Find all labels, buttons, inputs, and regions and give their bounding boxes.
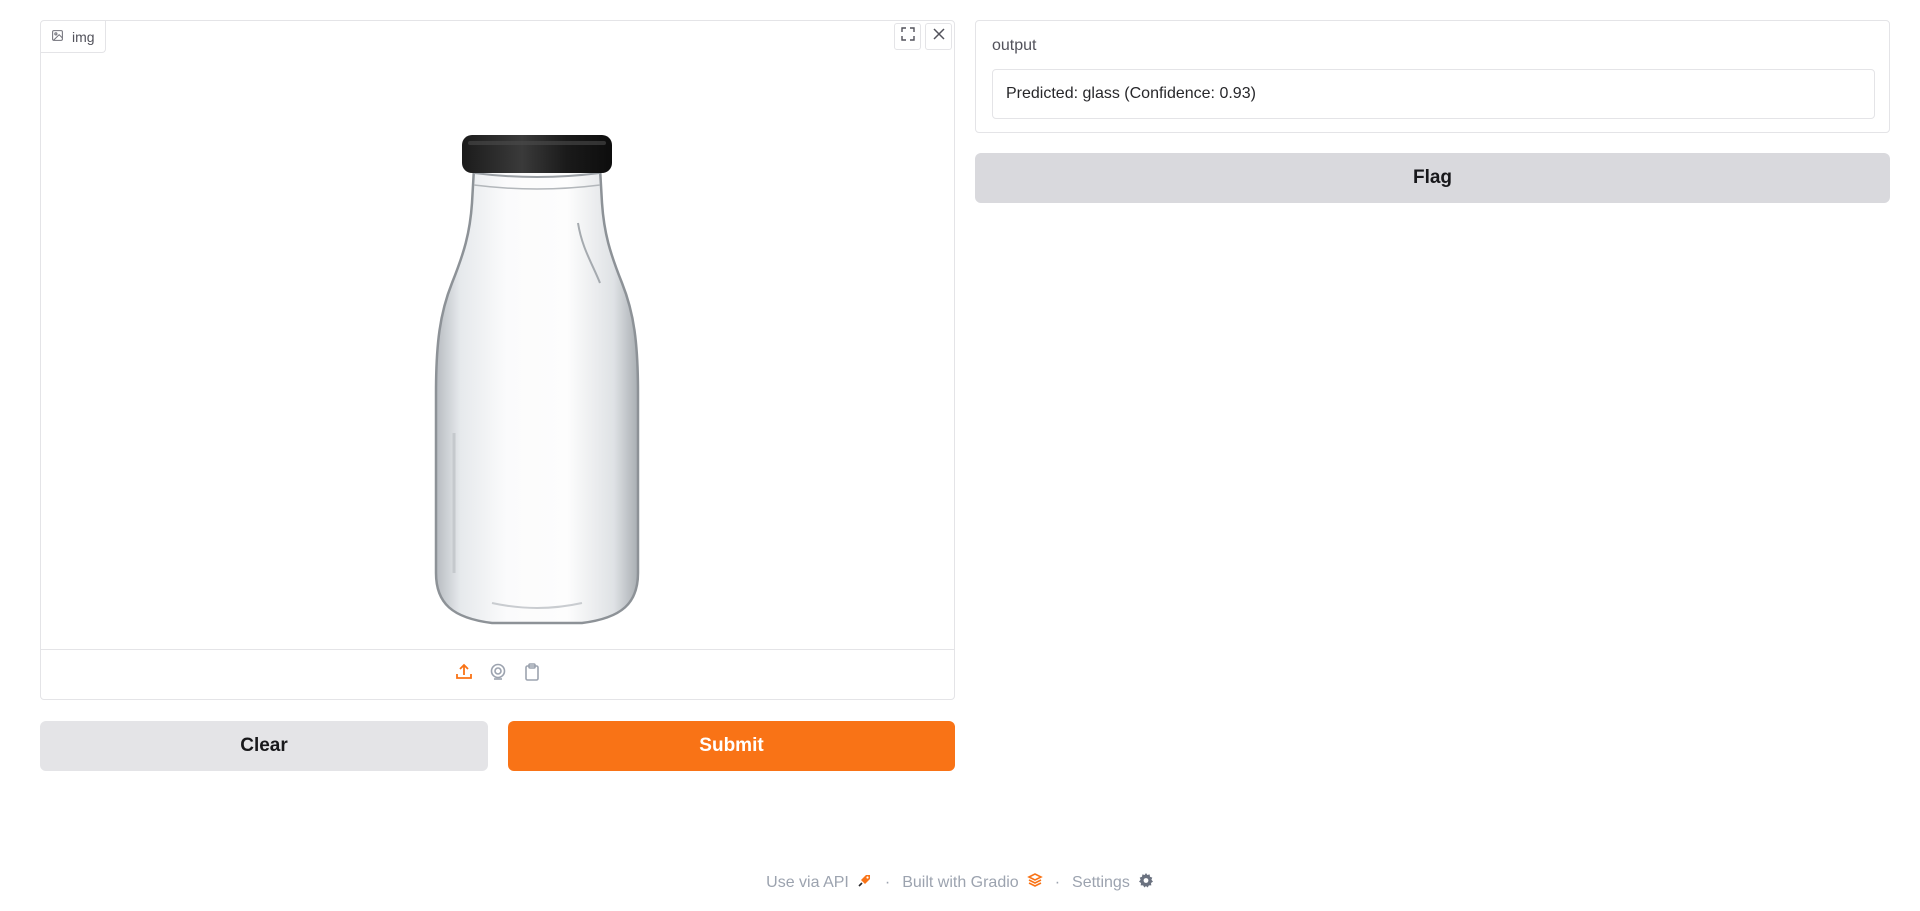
webcam-source-button[interactable] — [488, 662, 508, 687]
clear-image-button[interactable] — [925, 23, 952, 50]
clear-button[interactable]: Clear — [40, 721, 488, 771]
image-input-label: img — [41, 21, 106, 53]
settings-label: Settings — [1072, 873, 1130, 891]
use-via-api-label: Use via API — [766, 873, 849, 891]
footer-separator: · — [884, 873, 891, 891]
image-input-panel: img — [40, 20, 955, 700]
image-input-label-text: img — [72, 28, 95, 45]
gear-icon — [1138, 872, 1154, 893]
settings-link[interactable]: Settings — [1072, 872, 1154, 893]
gradio-app: img Clear Submit output Predicted: glass… — [0, 0, 1920, 911]
uploaded-image — [41, 53, 954, 651]
output-panel: output Predicted: glass (Confidence: 0.9… — [975, 20, 1890, 133]
fullscreen-button[interactable] — [894, 23, 921, 50]
upload-icon — [454, 662, 474, 687]
webcam-icon — [488, 662, 508, 687]
image-toolbar — [894, 21, 954, 50]
output-label: output — [992, 37, 1037, 54]
footer: Use via API · Built with Gradio · Settin… — [0, 872, 1920, 893]
image-icon — [51, 29, 64, 45]
upload-source-button[interactable] — [454, 662, 474, 687]
output-textbox[interactable]: Predicted: glass (Confidence: 0.93) — [992, 69, 1875, 119]
gradio-logo-icon — [1026, 872, 1043, 893]
close-icon — [931, 26, 947, 47]
use-via-api-link[interactable]: Use via API — [766, 872, 873, 893]
clipboard-source-button[interactable] — [522, 662, 542, 687]
built-with-gradio-link[interactable]: Built with Gradio — [902, 872, 1043, 893]
flag-button[interactable]: Flag — [975, 153, 1890, 203]
built-with-gradio-label: Built with Gradio — [902, 873, 1019, 891]
footer-separator: · — [1054, 873, 1061, 891]
submit-button[interactable]: Submit — [508, 721, 955, 771]
fullscreen-icon — [900, 26, 916, 47]
clipboard-icon — [522, 662, 542, 687]
rocket-icon — [857, 872, 873, 893]
image-source-selector — [41, 649, 954, 699]
glass-bottle-image — [434, 135, 640, 625]
